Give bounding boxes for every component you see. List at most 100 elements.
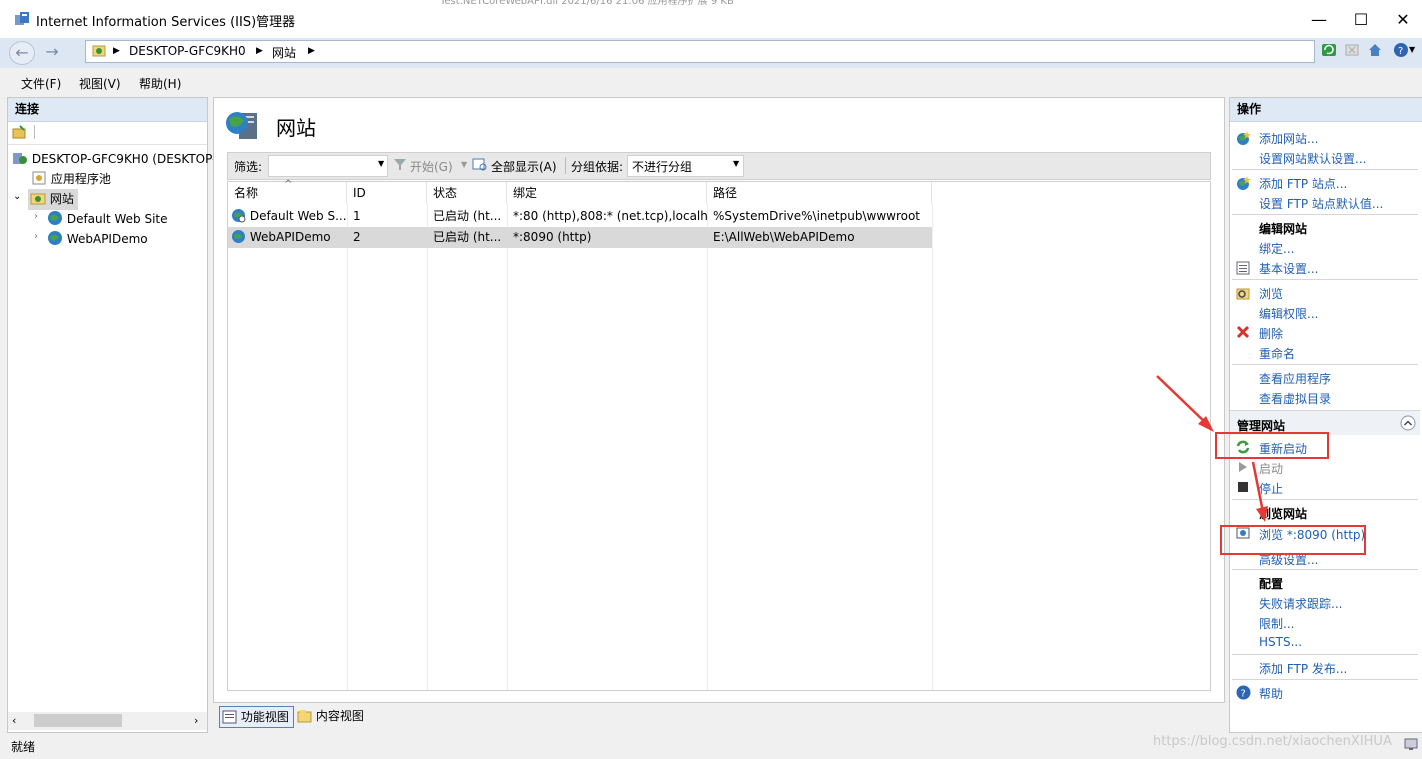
filter-dropdown-icon[interactable]: ▼ <box>378 159 384 168</box>
filter-label: 筛选: <box>234 160 263 174</box>
action-help[interactable]: 帮助 <box>1259 685 1283 702</box>
app-pool-icon <box>31 170 47 189</box>
action-edit-permissions[interactable]: 编辑权限... <box>1259 305 1318 322</box>
column-header-status[interactable]: 状态 <box>427 182 507 204</box>
section-divider <box>1232 214 1418 215</box>
section-divider <box>1232 169 1418 170</box>
collapse-chevron-up-icon[interactable] <box>1400 415 1416 434</box>
column-divider <box>507 204 508 690</box>
group-by-dropdown-icon[interactable]: ▼ <box>733 159 739 168</box>
column-divider <box>932 204 933 690</box>
features-view-icon <box>222 710 237 730</box>
refresh-icon[interactable] <box>1321 42 1337 58</box>
minimize-button[interactable]: — <box>1296 6 1342 34</box>
tree-item-app-pools[interactable]: 应用程序池 <box>31 170 111 189</box>
scrollbar-thumb[interactable] <box>34 714 122 727</box>
horizontal-scrollbar[interactable]: ‹ › <box>8 712 207 730</box>
svg-text:?: ? <box>1398 46 1403 57</box>
section-divider <box>1232 364 1418 365</box>
maximize-button[interactable]: ☐ <box>1338 6 1384 34</box>
cell-id: 2 <box>353 230 361 244</box>
filter-bar: 筛选: ▼ 开始(G) ▼ 全部显示(A) 分组依据: 不进行分组 ▼ <box>227 152 1211 180</box>
tree-label-default-web-site: Default Web Site <box>66 212 168 226</box>
tree-label-sites: 网站 <box>49 192 74 206</box>
section-divider <box>1232 654 1418 655</box>
add-site-icon <box>1236 131 1251 145</box>
group-by-value: 不进行分组 <box>632 160 693 174</box>
cell-binding: *:8090 (http) <box>513 230 592 244</box>
help-dropdown-icon[interactable]: ▼ <box>1409 45 1415 54</box>
new-connection-icon[interactable] <box>12 125 27 143</box>
tab-features-view[interactable]: 功能视图 <box>219 706 294 728</box>
start-filter-button[interactable]: 开始(G) <box>410 158 453 175</box>
tree-item-default-web-site[interactable]: Default Web Site <box>47 210 168 229</box>
sites-folder-icon <box>30 190 46 209</box>
action-rename[interactable]: 重命名 <box>1259 345 1295 362</box>
scroll-right-icon[interactable]: › <box>194 714 198 727</box>
sites-header-icon <box>225 107 259 144</box>
tab-content-view[interactable]: 内容视图 <box>297 706 364 726</box>
tree-item-sites[interactable]: 网站 <box>28 189 78 210</box>
column-header-id[interactable]: ID <box>347 182 427 204</box>
stop-nav-icon[interactable] <box>1344 42 1360 58</box>
expand-chevron-right-icon[interactable]: › <box>34 231 38 242</box>
chevron-right-icon: ▶ <box>113 46 120 56</box>
table-row[interactable]: Default Web S... 1 已启动 (ht... *:80 (http… <box>228 206 932 227</box>
address-segment-server[interactable]: DESKTOP-GFC9KH0 <box>129 44 246 58</box>
filter-input[interactable] <box>268 155 388 177</box>
action-ftp-defaults[interactable]: 设置 FTP 站点默认值... <box>1259 195 1383 212</box>
connections-title: 连接 <box>8 98 207 122</box>
menu-view[interactable]: 视图(V) <box>79 75 121 92</box>
background-window-text: Test.NETCoreWebAPI.dll 2021/6/16 21:06 应… <box>440 0 734 6</box>
chevron-right-icon: ▶ <box>256 46 263 56</box>
action-basic-settings[interactable]: 基本设置... <box>1259 260 1318 277</box>
action-failed-request-tracing[interactable]: 失败请求跟踪... <box>1259 595 1342 612</box>
action-add-ftp-site[interactable]: 添加 FTP 站点... <box>1259 175 1347 192</box>
column-divider <box>347 204 348 690</box>
tree-item-webapidemo[interactable]: WebAPIDemo <box>47 230 148 249</box>
menu-file[interactable]: 文件(F) <box>21 75 61 92</box>
section-divider <box>1232 679 1418 680</box>
scroll-left-icon[interactable]: ‹ <box>12 714 16 727</box>
add-ftp-icon <box>1236 176 1251 190</box>
table-row-selected[interactable]: WebAPIDemo 2 已启动 (ht... *:8090 (http) E:… <box>228 227 932 248</box>
menu-help[interactable]: 帮助(H) <box>139 75 181 92</box>
column-header-path[interactable]: 路径 <box>707 182 932 204</box>
action-hsts[interactable]: HSTS... <box>1259 635 1302 649</box>
action-add-ftp-publishing[interactable]: 添加 FTP 发布... <box>1259 660 1347 677</box>
watermark: https://blog.csdn.net/xiaochenXIHUA <box>1153 734 1392 749</box>
network-status-icon <box>1404 737 1418 754</box>
sites-table: 名称 ^ ID 状态 绑定 路径 Default Web S... 1 已启动 … <box>227 179 1211 691</box>
forward-arrow-icon[interactable]: → <box>40 41 64 63</box>
expand-chevron-right-icon[interactable]: › <box>34 211 38 222</box>
expand-chevron-down-icon[interactable]: ⌄ <box>13 191 21 202</box>
content-view-icon <box>297 709 312 729</box>
cell-status: 已启动 (ht... <box>433 230 502 244</box>
sort-ascending-icon: ^ <box>284 179 293 190</box>
action-delete[interactable]: 删除 <box>1259 325 1283 342</box>
cell-name: Default Web S... <box>228 206 347 227</box>
help-icon[interactable]: ? <box>1393 42 1409 58</box>
back-arrow-icon[interactable]: ← <box>9 41 35 65</box>
action-site-defaults[interactable]: 设置网站默认设置... <box>1259 150 1366 167</box>
address-field[interactable]: ▶ DESKTOP-GFC9KH0 ▶ 网站 ▶ <box>85 40 1315 63</box>
globe-icon <box>47 210 63 229</box>
address-segment-sites[interactable]: 网站 <box>272 44 296 61</box>
chevron-right-icon: ▶ <box>308 46 315 56</box>
action-add-site[interactable]: 添加网站... <box>1259 130 1318 147</box>
action-limits[interactable]: 限制... <box>1259 615 1294 632</box>
action-explore[interactable]: 浏览 <box>1259 285 1283 302</box>
section-divider <box>1232 279 1418 280</box>
close-button[interactable]: ✕ <box>1380 6 1422 34</box>
delete-x-icon <box>1236 325 1250 339</box>
window-title: Internet Information Services (IIS)管理器 <box>36 15 296 30</box>
action-bindings[interactable]: 绑定... <box>1259 240 1294 257</box>
show-all-button[interactable]: 全部显示(A) <box>491 158 557 175</box>
explore-icon <box>1236 286 1250 300</box>
start-dropdown-icon[interactable]: ▼ <box>461 160 467 169</box>
menu-bar <box>0 69 1422 95</box>
cell-id: 1 <box>353 209 361 223</box>
column-header-binding[interactable]: 绑定 <box>507 182 707 204</box>
server-icon <box>92 43 107 61</box>
home-icon[interactable] <box>1367 42 1383 58</box>
